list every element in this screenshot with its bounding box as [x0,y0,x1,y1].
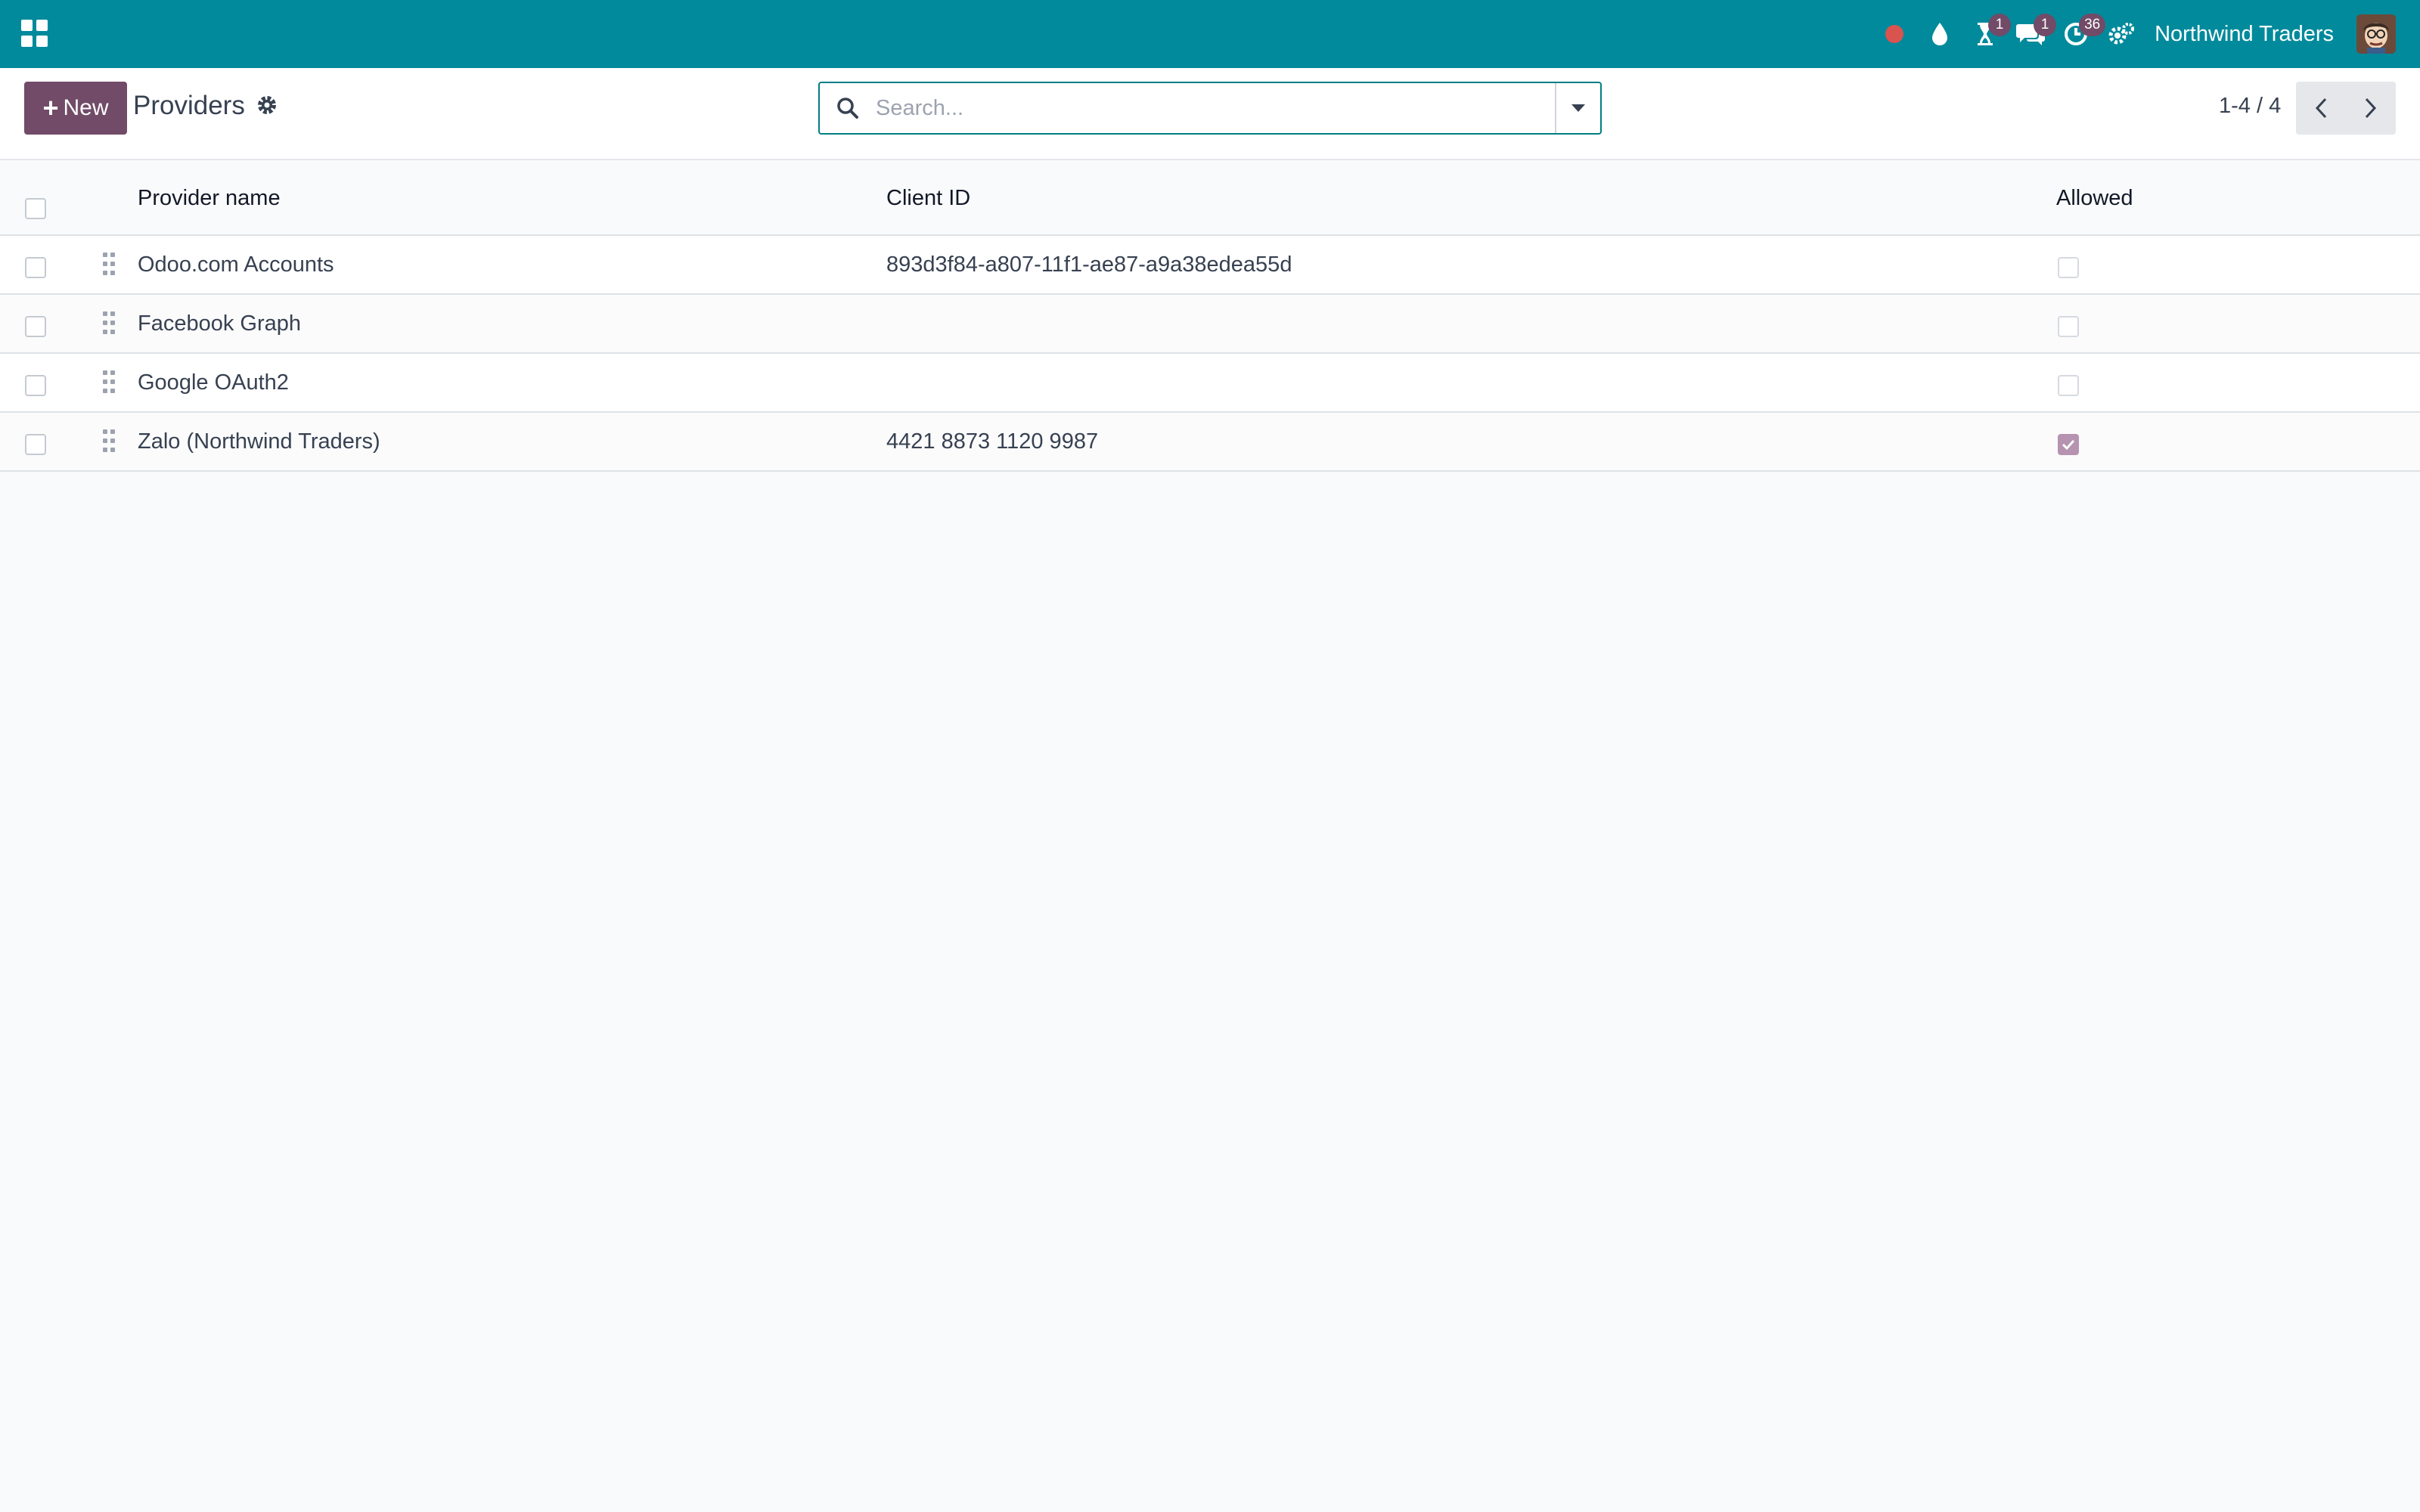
provider-name-cell[interactable]: Odoo.com Accounts [138,253,334,277]
messages-icon[interactable]: 1 [2008,0,2057,68]
drop-icon[interactable] [1917,0,1962,68]
navbar-systray: 1 1 36 Northwind Traders [1872,0,2420,68]
provider-name-cell[interactable]: Zalo (Northwind Traders) [138,429,380,454]
search-bar [818,82,1602,135]
provider-name-cell[interactable]: Facebook Graph [138,311,301,336]
drag-handle-icon[interactable] [103,370,118,396]
allowed-checkbox [2058,257,2079,278]
chevron-right-icon [2365,98,2377,119]
table-row[interactable]: Odoo.com Accounts 893d3f84-a807-11f1-ae8… [0,236,2420,295]
allowed-checkbox [2058,375,2079,396]
row-select-checkbox[interactable] [25,316,46,337]
search-options-toggle[interactable] [1555,83,1600,133]
row-select-checkbox[interactable] [25,434,46,455]
column-header-allowed[interactable]: Allowed [2056,186,2133,211]
drag-handle-icon[interactable] [103,253,118,278]
select-all-checkbox[interactable] [25,198,46,219]
record-indicator-icon[interactable] [1872,0,1917,68]
row-select-checkbox[interactable] [25,375,46,396]
table-row[interactable]: Facebook Graph [0,295,2420,354]
new-button-label: New [63,95,109,120]
control-panel: + New Providers 1-4 / 4 [0,68,2420,160]
table-header-row: Provider name Client ID Allowed [0,160,2420,236]
search-input[interactable] [876,85,1555,131]
search-icon [820,83,876,133]
caret-down-icon [1571,104,1585,112]
company-switcher[interactable]: Northwind Traders [2144,22,2356,47]
chevron-left-icon [2315,98,2327,119]
pager-value[interactable]: 1-4 / 4 [2219,94,2281,119]
provider-name-cell[interactable]: Google OAuth2 [138,370,289,395]
pager-next-button[interactable] [2346,82,2396,135]
page-title: Providers [133,91,245,120]
checkmark-icon [2062,439,2075,451]
gear-icon[interactable] [256,94,280,118]
drag-handle-icon[interactable] [103,429,118,455]
hourglass-icon[interactable]: 1 [1962,0,2012,68]
row-select-checkbox[interactable] [25,257,46,278]
drag-handle-icon[interactable] [103,311,118,337]
plus-icon: + [42,92,59,123]
clock-icon[interactable]: 36 [2053,0,2106,68]
allowed-checkbox [2058,316,2079,337]
providers-list: Provider name Client ID Allowed Odoo.com… [0,160,2420,472]
client-id-cell[interactable]: 4421 8873 1120 9987 [886,429,1098,454]
client-id-cell[interactable]: 893d3f84-a807-11f1-ae87-a9a38edea55d [886,253,1292,277]
apps-menu-icon[interactable] [21,20,48,47]
allowed-checkbox-checked [2058,434,2079,455]
column-header-provider-name[interactable]: Provider name [138,186,281,211]
table-row[interactable]: Google OAuth2 [0,354,2420,413]
column-header-client-id[interactable]: Client ID [886,186,970,211]
settings-cogs-icon[interactable] [2099,0,2144,68]
top-navbar: 1 1 36 Northwind Traders [0,0,2420,68]
new-button[interactable]: + New [24,82,127,135]
pager-previous-button[interactable] [2296,82,2346,135]
table-row[interactable]: Zalo (Northwind Traders) 4421 8873 1120 … [0,413,2420,472]
user-avatar[interactable] [2356,14,2396,54]
